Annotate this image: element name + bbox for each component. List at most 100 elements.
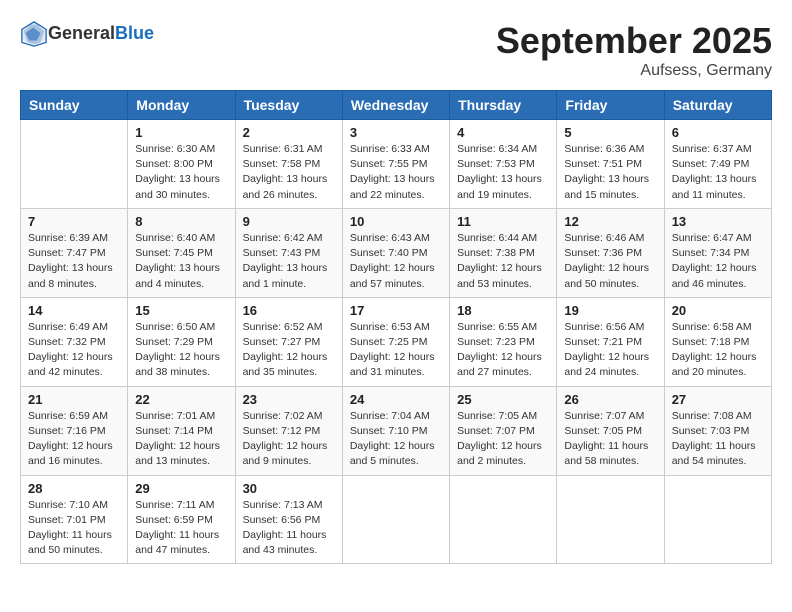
day-info: Sunrise: 7:02 AM Sunset: 7:12 PM Dayligh… (243, 409, 335, 470)
calendar-cell: 20 Sunrise: 6:58 AM Sunset: 7:18 PM Dayli… (664, 297, 771, 386)
calendar-cell (450, 475, 557, 564)
day-number: 9 (243, 214, 335, 229)
calendar-cell: 1 Sunrise: 6:30 AM Sunset: 8:00 PM Daylig… (128, 120, 235, 209)
calendar-cell: 28Sunrise: 7:10 AM Sunset: 7:01 PM Dayli… (21, 475, 128, 564)
day-info: Sunrise: 6:43 AM Sunset: 7:40 PM Dayligh… (350, 231, 442, 292)
calendar-cell: 7 Sunrise: 6:39 AM Sunset: 7:47 PM Daylig… (21, 208, 128, 297)
calendar-cell: 12 Sunrise: 6:46 AM Sunset: 7:36 PM Dayli… (557, 208, 664, 297)
day-info: Sunrise: 7:13 AM Sunset: 6:56 PM Dayligh… (243, 498, 335, 559)
day-number: 15 (135, 303, 227, 318)
calendar-cell: 23 Sunrise: 7:02 AM Sunset: 7:12 PM Dayli… (235, 386, 342, 475)
calendar-cell: 15Sunrise: 6:50 AM Sunset: 7:29 PM Dayli… (128, 297, 235, 386)
day-number: 24 (350, 392, 442, 407)
day-info: Sunrise: 7:05 AM Sunset: 7:07 PM Dayligh… (457, 409, 549, 470)
day-info: Sunrise: 6:33 AM Sunset: 7:55 PM Dayligh… (350, 142, 442, 203)
day-info: Sunrise: 7:04 AM Sunset: 7:10 PM Dayligh… (350, 409, 442, 470)
calendar-cell: 21Sunrise: 6:59 AM Sunset: 7:16 PM Dayli… (21, 386, 128, 475)
day-number: 16 (243, 303, 335, 318)
weekday-header: Thursday (450, 91, 557, 120)
calendar-cell: 3 Sunrise: 6:33 AM Sunset: 7:55 PM Daylig… (342, 120, 449, 209)
day-info: Sunrise: 6:53 AM Sunset: 7:25 PM Dayligh… (350, 320, 442, 381)
calendar-cell: 30 Sunrise: 7:13 AM Sunset: 6:56 PM Dayli… (235, 475, 342, 564)
weekday-header: Sunday (21, 91, 128, 120)
calendar-week-row: 1 Sunrise: 6:30 AM Sunset: 8:00 PM Daylig… (21, 120, 772, 209)
day-info: Sunrise: 6:58 AM Sunset: 7:18 PM Dayligh… (672, 320, 764, 381)
location-title: Aufsess, Germany (496, 62, 772, 80)
day-number: 14 (28, 303, 120, 318)
calendar-week-row: 21Sunrise: 6:59 AM Sunset: 7:16 PM Dayli… (21, 386, 772, 475)
calendar-cell (557, 475, 664, 564)
calendar-cell: 22 Sunrise: 7:01 AM Sunset: 7:14 PM Dayli… (128, 386, 235, 475)
logo: GeneralBlue (20, 20, 154, 48)
calendar-cell: 25 Sunrise: 7:05 AM Sunset: 7:07 PM Dayli… (450, 386, 557, 475)
weekday-header: Wednesday (342, 91, 449, 120)
day-number: 23 (243, 392, 335, 407)
calendar-cell (21, 120, 128, 209)
day-number: 1 (135, 125, 227, 140)
day-number: 4 (457, 125, 549, 140)
calendar-cell: 26 Sunrise: 7:07 AM Sunset: 7:05 PM Dayli… (557, 386, 664, 475)
day-number: 8 (135, 214, 227, 229)
calendar-week-row: 28Sunrise: 7:10 AM Sunset: 7:01 PM Dayli… (21, 475, 772, 564)
day-number: 17 (350, 303, 442, 318)
day-number: 11 (457, 214, 549, 229)
page-header: GeneralBlue September 2025 Aufsess, Germ… (20, 20, 772, 80)
day-info: Sunrise: 7:01 AM Sunset: 7:14 PM Dayligh… (135, 409, 227, 470)
day-info: Sunrise: 6:30 AM Sunset: 8:00 PM Dayligh… (135, 142, 227, 203)
day-info: Sunrise: 6:46 AM Sunset: 7:36 PM Dayligh… (564, 231, 656, 292)
calendar-cell: 16 Sunrise: 6:52 AM Sunset: 7:27 PM Dayli… (235, 297, 342, 386)
logo-icon (20, 20, 48, 48)
day-number: 30 (243, 481, 335, 496)
day-number: 7 (28, 214, 120, 229)
day-number: 26 (564, 392, 656, 407)
calendar-cell: 14 Sunrise: 6:49 AM Sunset: 7:32 PM Dayli… (21, 297, 128, 386)
calendar-cell: 8 Sunrise: 6:40 AM Sunset: 7:45 PM Daylig… (128, 208, 235, 297)
month-title: September 2025 (496, 20, 772, 62)
day-info: Sunrise: 6:55 AM Sunset: 7:23 PM Dayligh… (457, 320, 549, 381)
calendar-cell: 6Sunrise: 6:37 AM Sunset: 7:49 PM Daylig… (664, 120, 771, 209)
day-info: Sunrise: 6:52 AM Sunset: 7:27 PM Dayligh… (243, 320, 335, 381)
day-info: Sunrise: 6:37 AM Sunset: 7:49 PM Dayligh… (672, 142, 764, 203)
day-info: Sunrise: 6:31 AM Sunset: 7:58 PM Dayligh… (243, 142, 335, 203)
logo-text: GeneralBlue (48, 24, 154, 44)
calendar-cell (342, 475, 449, 564)
day-info: Sunrise: 6:47 AM Sunset: 7:34 PM Dayligh… (672, 231, 764, 292)
calendar-header-row: SundayMondayTuesdayWednesdayThursdayFrid… (21, 91, 772, 120)
weekday-header: Saturday (664, 91, 771, 120)
calendar-cell: 17 Sunrise: 6:53 AM Sunset: 7:25 PM Dayli… (342, 297, 449, 386)
title-area: September 2025 Aufsess, Germany (496, 20, 772, 80)
calendar-cell: 2 Sunrise: 6:31 AM Sunset: 7:58 PM Daylig… (235, 120, 342, 209)
calendar-cell: 11 Sunrise: 6:44 AM Sunset: 7:38 PM Dayli… (450, 208, 557, 297)
day-info: Sunrise: 6:34 AM Sunset: 7:53 PM Dayligh… (457, 142, 549, 203)
day-number: 18 (457, 303, 549, 318)
day-info: Sunrise: 6:44 AM Sunset: 7:38 PM Dayligh… (457, 231, 549, 292)
day-number: 27 (672, 392, 764, 407)
day-info: Sunrise: 7:08 AM Sunset: 7:03 PM Dayligh… (672, 409, 764, 470)
weekday-header: Friday (557, 91, 664, 120)
day-info: Sunrise: 6:59 AM Sunset: 7:16 PM Dayligh… (28, 409, 120, 470)
day-info: Sunrise: 6:56 AM Sunset: 7:21 PM Dayligh… (564, 320, 656, 381)
calendar-cell: 19Sunrise: 6:56 AM Sunset: 7:21 PM Dayli… (557, 297, 664, 386)
day-number: 3 (350, 125, 442, 140)
day-info: Sunrise: 7:11 AM Sunset: 6:59 PM Dayligh… (135, 498, 227, 559)
calendar-cell: 5Sunrise: 6:36 AM Sunset: 7:51 PM Daylig… (557, 120, 664, 209)
day-number: 20 (672, 303, 764, 318)
day-number: 12 (564, 214, 656, 229)
day-info: Sunrise: 6:40 AM Sunset: 7:45 PM Dayligh… (135, 231, 227, 292)
day-info: Sunrise: 6:49 AM Sunset: 7:32 PM Dayligh… (28, 320, 120, 381)
weekday-header: Tuesday (235, 91, 342, 120)
calendar-cell: 4 Sunrise: 6:34 AM Sunset: 7:53 PM Daylig… (450, 120, 557, 209)
day-number: 22 (135, 392, 227, 407)
day-info: Sunrise: 7:07 AM Sunset: 7:05 PM Dayligh… (564, 409, 656, 470)
day-number: 25 (457, 392, 549, 407)
day-info: Sunrise: 6:39 AM Sunset: 7:47 PM Dayligh… (28, 231, 120, 292)
day-number: 13 (672, 214, 764, 229)
day-info: Sunrise: 6:36 AM Sunset: 7:51 PM Dayligh… (564, 142, 656, 203)
day-number: 29 (135, 481, 227, 496)
calendar-cell: 9 Sunrise: 6:42 AM Sunset: 7:43 PM Daylig… (235, 208, 342, 297)
calendar-table: SundayMondayTuesdayWednesdayThursdayFrid… (20, 90, 772, 564)
day-info: Sunrise: 7:10 AM Sunset: 7:01 PM Dayligh… (28, 498, 120, 559)
day-number: 2 (243, 125, 335, 140)
day-info: Sunrise: 6:42 AM Sunset: 7:43 PM Dayligh… (243, 231, 335, 292)
calendar-cell: 10Sunrise: 6:43 AM Sunset: 7:40 PM Dayli… (342, 208, 449, 297)
